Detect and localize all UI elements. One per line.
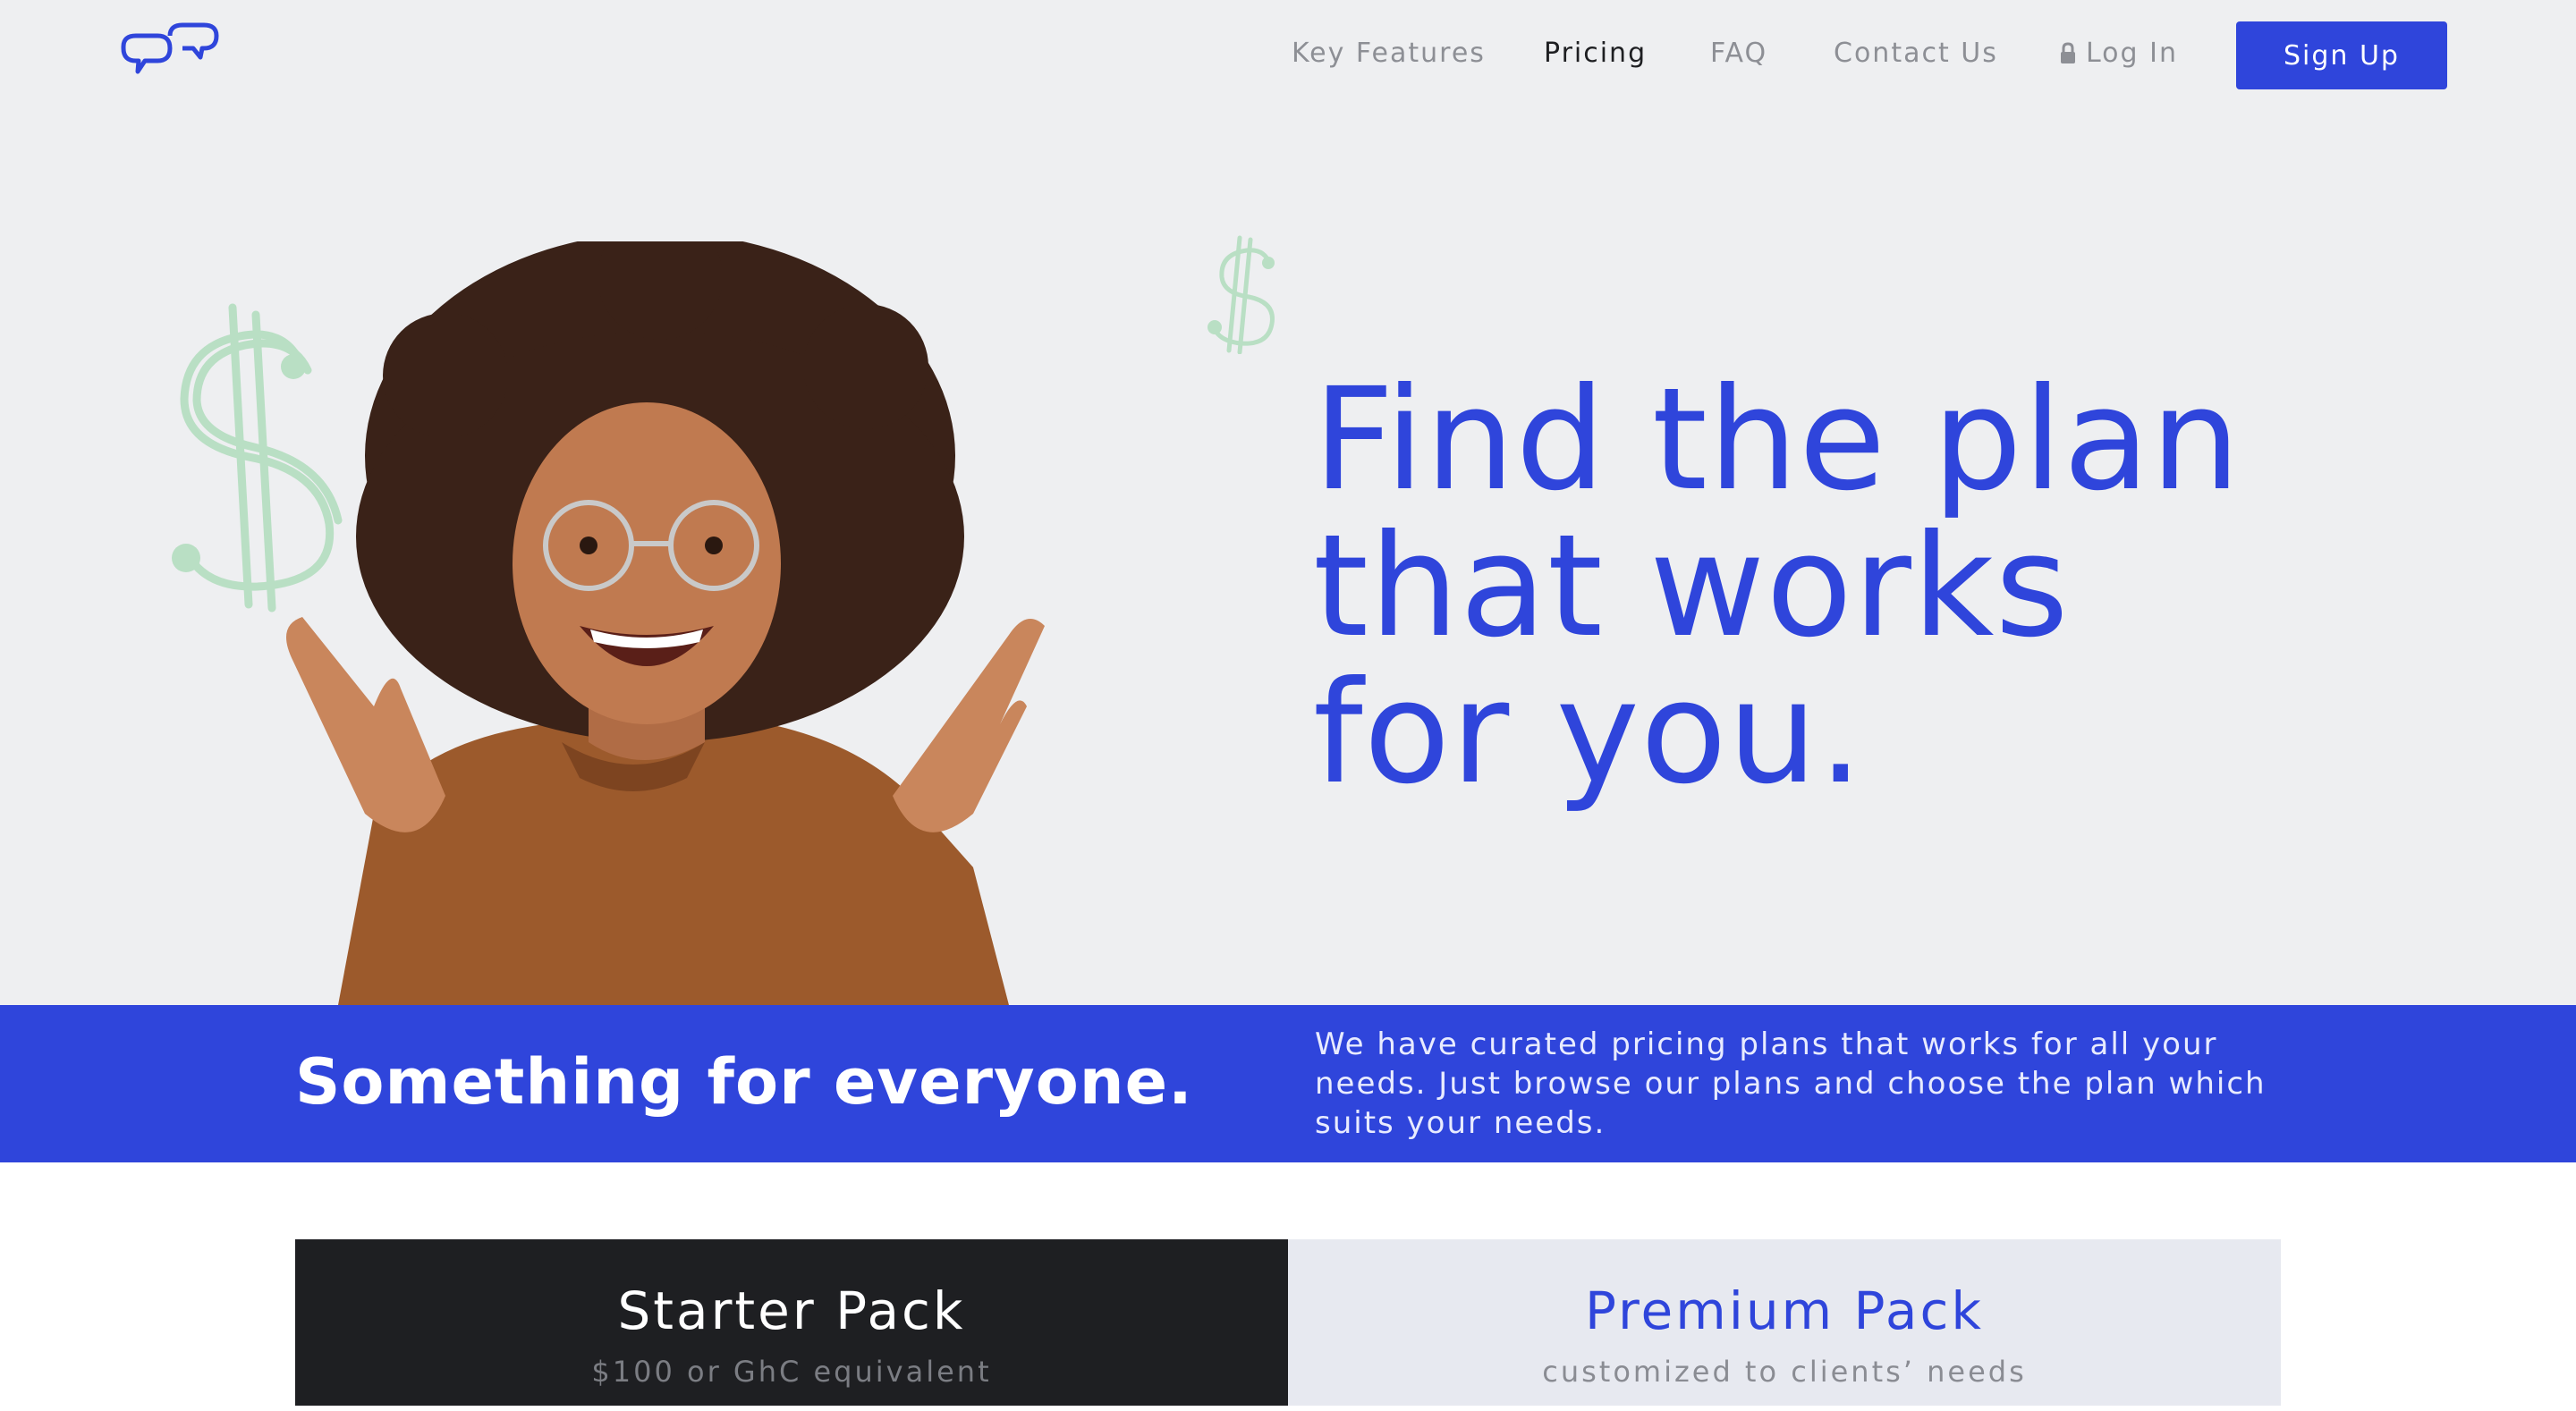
nav-link-contact-us[interactable]: Contact Us (1834, 34, 1998, 73)
band-title: Something for everyone. (295, 1045, 1193, 1119)
headline-line: for you. (1313, 651, 1865, 815)
hero-section: Key Features Pricing FAQ Contact Us Log … (0, 0, 2576, 1005)
nav-link-key-features[interactable]: Key Features (1292, 34, 1486, 73)
plan-name: Starter Pack (617, 1280, 966, 1341)
smiling-woman-image (286, 241, 1045, 1005)
plan-tab-premium[interactable]: Premium Pack customized to clients’ need… (1288, 1239, 2281, 1406)
hero-headline: Find the plan that works for you. (1313, 367, 2476, 807)
pricing-page: Key Features Pricing FAQ Contact Us Log … (0, 0, 2576, 1411)
dollar-sign-icon (1208, 235, 1275, 354)
plan-name: Premium Pack (1585, 1280, 1984, 1341)
chat-bubbles-icon[interactable] (114, 20, 225, 91)
sign-up-button[interactable]: Sign Up (2236, 21, 2447, 89)
login-label: Log In (2086, 38, 2178, 69)
nav-link-faq[interactable]: FAQ (1710, 34, 1767, 73)
nav-link-pricing[interactable]: Pricing (1544, 34, 1647, 73)
login-link[interactable]: Log In (2059, 34, 2178, 73)
headline-line: that works (1313, 504, 2070, 669)
band-description: We have curated pricing plans that works… (1315, 1027, 2267, 1141)
plan-price: customized to clients’ needs (1542, 1355, 2027, 1389)
lock-icon (2061, 42, 2075, 63)
headline-line: Find the plan (1313, 358, 2241, 522)
plan-price: $100 or GhC equivalent (591, 1355, 992, 1389)
plan-tab-starter[interactable]: Starter Pack $100 or GhC equivalent (295, 1239, 1288, 1406)
